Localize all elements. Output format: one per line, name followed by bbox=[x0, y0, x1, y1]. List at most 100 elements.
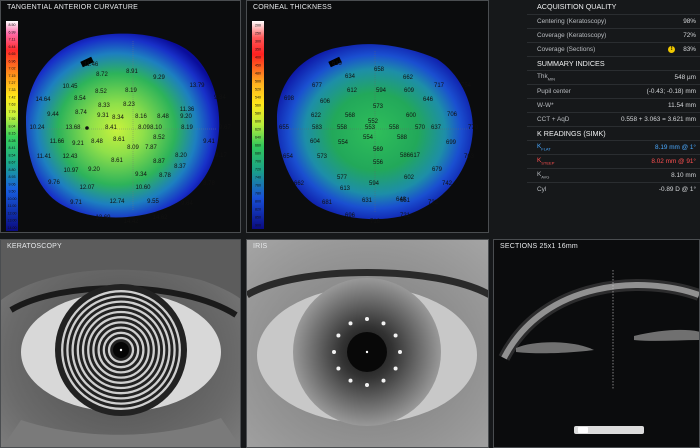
k-row-flat: KFLAT 8.19 mm @ 1° bbox=[527, 140, 700, 154]
thickness-value: 631 bbox=[362, 198, 373, 204]
curvature-value: 8.87 bbox=[153, 159, 165, 165]
scale-tick-label: 9.50 bbox=[9, 190, 16, 194]
warning-icon[interactable]: ! bbox=[668, 46, 676, 53]
scale-tick-label: 10.00 bbox=[8, 197, 17, 201]
summary-row-pupil: Pupil center (-0.43; -0.18) mm bbox=[527, 84, 700, 98]
tangential-curvature-map: 8.50 6.99 7.11 6.44 6.65 6.96 7.02 7.15 7.27 7.33… bbox=[6, 21, 231, 231]
scale-tick-label: 520 bbox=[255, 88, 261, 92]
curvature-value: 14.62 bbox=[152, 215, 168, 221]
curvature-value: 8.09 bbox=[138, 125, 150, 131]
curvature-value: 13.79 bbox=[189, 83, 205, 89]
curvature-value: 10.24 bbox=[29, 125, 45, 131]
summary-sub: MIN bbox=[547, 76, 555, 82]
thickness-value: 622 bbox=[311, 113, 322, 119]
curvature-value: 8.52 bbox=[153, 135, 165, 141]
thickness-value: 577 bbox=[337, 175, 348, 181]
curvature-value: 9.84 bbox=[214, 95, 226, 101]
curvature-value: 12.43 bbox=[62, 154, 78, 160]
curvature-value: 8.09 bbox=[127, 145, 139, 151]
info-panel: ACQUISITION QUALITY Centering (Keratosco… bbox=[527, 0, 700, 233]
scale-tick-label: 480 bbox=[255, 72, 261, 76]
keratoscopy-panel: KERATOSCOPY bbox=[0, 239, 241, 448]
curvature-value: 9.67 bbox=[219, 125, 231, 131]
iris-image bbox=[247, 240, 488, 447]
illumination-dot bbox=[336, 333, 341, 338]
thickness-value: 583 bbox=[312, 125, 323, 131]
section-slider-handle[interactable] bbox=[578, 427, 588, 433]
curvature-value: 11.36 bbox=[180, 107, 195, 113]
acquisition-quality-heading: ACQUISITION QUALITY bbox=[537, 2, 617, 11]
scale-tick-label: 760 bbox=[255, 184, 261, 188]
curvature-value: 8.78 bbox=[159, 173, 171, 179]
scale-tick-label: 200 bbox=[255, 24, 261, 28]
illumination-dot bbox=[398, 350, 402, 354]
summary-value: 0.558 + 3.063 = 3.621 mm bbox=[621, 116, 696, 123]
curvature-value: 11.66 bbox=[50, 139, 65, 145]
scale-tick-label: 7.15 bbox=[9, 74, 16, 78]
curvature-value: 8.52 bbox=[95, 89, 107, 95]
curvature-value: 11.46 bbox=[84, 62, 99, 68]
scheimpflug-section-image bbox=[494, 240, 699, 447]
thickness-value: 655 bbox=[279, 125, 290, 131]
curvature-value: 11.41 bbox=[37, 154, 52, 160]
acq-label: Coverage (Keratoscopy) bbox=[537, 32, 607, 39]
curvature-value: 9.20 bbox=[88, 167, 100, 173]
curvature-value: 8.41 bbox=[105, 125, 117, 131]
corneal-thickness-title: CORNEAL THICKNESS bbox=[253, 4, 332, 11]
k-sub: STEEP bbox=[541, 160, 555, 166]
curvature-value: 8.72 bbox=[96, 72, 108, 78]
curvature-value: 8.48 bbox=[157, 114, 169, 120]
curvature-value: 9.71 bbox=[70, 200, 82, 206]
k-sub: FLAT bbox=[541, 146, 551, 152]
thickness-value: 681 bbox=[322, 200, 333, 206]
keratoscopy-image bbox=[1, 240, 240, 447]
thickness-value: 742 bbox=[442, 181, 453, 187]
k-value: 8.10 mm bbox=[671, 172, 696, 179]
summary-label: Pupil center bbox=[537, 88, 571, 95]
tangential-curvature-panel: 8.50 6.99 7.11 6.44 6.65 6.96 7.02 7.15 7.27 7.33… bbox=[0, 0, 241, 233]
thickness-value: 646 bbox=[423, 97, 434, 103]
thickness-value: 570 bbox=[415, 125, 426, 131]
scale-tick-label: 12.00 bbox=[8, 211, 17, 215]
scale-tick-label: 8.93 bbox=[9, 175, 16, 179]
thickness-value: 679 bbox=[432, 167, 443, 173]
acq-label: Centering (Keratoscopy) bbox=[537, 18, 607, 25]
acq-value: 83% bbox=[683, 46, 696, 53]
curvature-value: 8.33 bbox=[98, 103, 110, 109]
acq-row-centering: Centering (Keratoscopy) 98% bbox=[527, 14, 700, 28]
summary-label: CCT + AqD bbox=[537, 116, 570, 123]
scale-tick-label: 660 bbox=[255, 144, 261, 148]
curvature-value: 14.64 bbox=[35, 97, 51, 103]
tangential-curvature-title: TANGENTIAL ANTERIOR CURVATURE bbox=[7, 4, 139, 11]
scale-tick-label: 350 bbox=[255, 48, 261, 52]
illumination-dot bbox=[381, 321, 386, 326]
summary-row-thk: ThkMIN 548 µm bbox=[527, 70, 700, 84]
curvature-value: 12.74 bbox=[109, 199, 125, 205]
curvature-value: 13.68 bbox=[65, 125, 81, 131]
curvature-value: 7.87 bbox=[145, 145, 157, 151]
scale-tick-label: 8.50 bbox=[9, 23, 16, 27]
thickness-value: 698 bbox=[284, 96, 295, 102]
k-row-steep: KSTEEP 8.02 mm @ 91° bbox=[527, 154, 700, 168]
corneal-thickness-panel: 200 250 300 350 400 450 480 500 520 540 560 580 600 6… bbox=[246, 0, 489, 233]
iris-panel: IRIS bbox=[246, 239, 489, 448]
curvature-value: 8.61 bbox=[111, 158, 123, 164]
scale-tick-label: 7.92 bbox=[9, 117, 16, 121]
thickness-value: 613 bbox=[340, 186, 351, 192]
scale-tick-label: 8.41 bbox=[9, 146, 16, 150]
scale-tick-label: 400 bbox=[255, 56, 261, 60]
acq-value: 72% bbox=[683, 32, 696, 39]
curvature-value: 9.21 bbox=[72, 141, 84, 147]
scale-tick-label: 6.96 bbox=[9, 59, 16, 63]
scale-tick-label: 7.63 bbox=[9, 103, 16, 107]
curvature-value: 9.17 bbox=[215, 153, 227, 159]
scale-tick-label: 8.15 bbox=[9, 132, 16, 136]
illumination-dot bbox=[332, 350, 336, 354]
sections-panel: SECTIONS 25x1 16mm bbox=[493, 239, 700, 448]
k-value: 8.19 mm @ 1° bbox=[654, 144, 696, 151]
scale-tick-label: 8.04 bbox=[9, 124, 16, 128]
thickness-value: 721 bbox=[400, 213, 411, 219]
thickness-scale-bar bbox=[252, 21, 264, 229]
thickness-value: 619 bbox=[332, 61, 343, 67]
thickness-value: 558 bbox=[389, 125, 400, 131]
